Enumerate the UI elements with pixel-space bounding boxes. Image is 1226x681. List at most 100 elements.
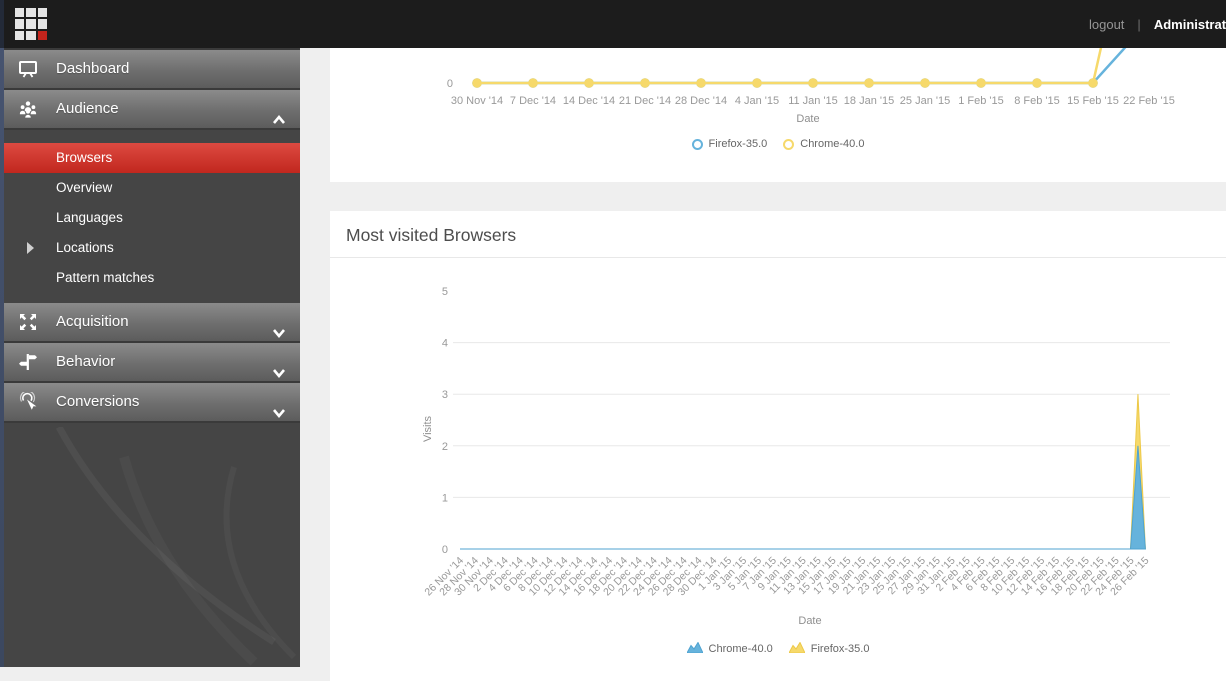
sidebar-item-dashboard[interactable]: Dashboard	[4, 50, 300, 90]
x-axis-labels: 30 Nov '14 7 Dec '14 14 Dec '14 21 Dec '14 2…	[451, 95, 1175, 107]
data-point-Chrome-40.0	[696, 78, 706, 88]
chevron-down-icon	[272, 356, 286, 379]
app-logo-icon[interactable]	[15, 8, 47, 40]
dashboard-icon	[18, 59, 38, 79]
y-axis-labels: 0 1 2 3 4 5	[442, 286, 448, 556]
svg-text:11 Jan '15: 11 Jan '15	[788, 95, 838, 107]
sidebar-subitem-pattern-matches[interactable]: Pattern matches	[4, 263, 300, 293]
daily-chart-wrap: 0 1 2 3 4 5 Visits 26 Nov '14 28 Nov '14 30 Nov '…	[330, 258, 1226, 668]
area-series	[460, 394, 1146, 550]
legend-item-Chrome-40.0[interactable]: Chrome-40.0	[685, 641, 773, 656]
gridlines	[453, 342, 1170, 498]
y-tick-label: 0	[447, 78, 453, 90]
submenu-expand-arrow-icon	[27, 242, 34, 254]
y-axis-title: Visits	[422, 415, 434, 442]
series-line-Firefox-35.0	[477, 48, 1127, 85]
sidebar-item-conversions[interactable]: Conversions	[4, 383, 300, 423]
weekly-plot	[472, 48, 1127, 88]
sidebar-item-label: Acquisition	[56, 313, 129, 330]
svg-text:25 Jan '15: 25 Jan '15	[900, 95, 950, 107]
data-point-Chrome-40.0	[640, 78, 650, 88]
svg-text:14 Dec '14: 14 Dec '14	[563, 95, 615, 107]
svg-text:4: 4	[442, 338, 448, 350]
svg-text:1 Feb '15: 1 Feb '15	[958, 95, 1004, 107]
sidebar-submenu-audience: Browsers Overview Languages Locations Patter…	[4, 130, 300, 303]
svg-text:5: 5	[442, 286, 448, 298]
content-area: 0 30 Nov '14 7 Dec '14 14 Dec '14 21 Dec '14…	[300, 48, 1226, 681]
data-point-Chrome-40.0	[528, 78, 538, 88]
most-visited-card: Most visited Browsers 0 1 2 3 4 5 Visits 26 Nov…	[330, 211, 1226, 681]
data-point-Chrome-40.0	[1032, 78, 1042, 88]
series-area-Firefox-35.0	[460, 394, 1146, 550]
sidebar-subitem-label: Locations	[56, 240, 114, 255]
x-axis-title: Date	[796, 113, 819, 125]
sidebar-subitem-overview[interactable]: Overview	[4, 173, 300, 203]
sidebar-item-behavior[interactable]: Behavior	[4, 343, 300, 383]
user-label: Administrator	[1153, 16, 1226, 32]
legend-area-icon	[787, 641, 806, 656]
svg-text:7 Dec '14: 7 Dec '14	[510, 95, 556, 107]
svg-text:15 Feb '15: 15 Feb '15	[1067, 95, 1119, 107]
sidebar-watermark	[55, 427, 297, 660]
desktop-edge	[0, 0, 4, 667]
svg-text:28 Dec '14: 28 Dec '14	[675, 95, 727, 107]
sidebar-item-acquisition[interactable]: Acquisition	[4, 303, 300, 343]
sidebar-item-label: Behavior	[56, 353, 116, 370]
sidebar-subitem-label: Overview	[56, 180, 113, 195]
legend-item-Chrome-40.0[interactable]: Chrome-40.0	[783, 138, 864, 150]
data-point-Chrome-40.0	[864, 78, 874, 88]
svg-text:1: 1	[442, 492, 448, 504]
legend-label: Firefox-35.0	[708, 138, 768, 150]
sidebar-item-label: Conversions	[56, 393, 140, 410]
topbar-separator: |	[1137, 16, 1141, 32]
sidebar-subitem-locations[interactable]: Locations	[4, 233, 300, 263]
daily-chart-legend: Chrome-40.0 Firefox-35.0	[330, 641, 1226, 656]
behavior-icon	[18, 352, 38, 372]
weekly-chart-card: 0 30 Nov '14 7 Dec '14 14 Dec '14 21 Dec '14…	[330, 48, 1226, 182]
svg-text:4 Jan '15: 4 Jan '15	[735, 95, 779, 107]
top-bar: logout | Administrator	[0, 0, 1226, 48]
data-point-Chrome-40.0	[472, 78, 482, 88]
data-point-Chrome-40.0	[920, 78, 930, 88]
legend-area-icon	[685, 641, 704, 656]
svg-text:18 Jan '15: 18 Jan '15	[844, 95, 894, 107]
sidebar-subitem-languages[interactable]: Languages	[4, 203, 300, 233]
audience-icon	[18, 99, 38, 119]
sidebar: Dashboard Audience Browsers Overview Languag…	[4, 48, 300, 667]
topbar-user-area: logout | Administrator	[1089, 0, 1226, 48]
conversions-icon	[18, 392, 38, 412]
sidebar-item-label: Dashboard	[56, 60, 130, 77]
series-line-Chrome-40.0	[477, 48, 1103, 85]
legend-label: Chrome-40.0	[708, 643, 773, 655]
svg-text:3: 3	[442, 389, 448, 401]
sidebar-item-audience[interactable]: Audience	[4, 90, 300, 130]
data-point-Chrome-40.0	[584, 78, 594, 88]
svg-text:30 Nov '14: 30 Nov '14	[451, 95, 503, 107]
logout-link[interactable]: logout	[1089, 17, 1124, 32]
data-point-Chrome-40.0	[976, 78, 986, 88]
svg-text:8 Feb '15: 8 Feb '15	[1014, 95, 1060, 107]
legend-label: Firefox-35.0	[810, 643, 870, 655]
x-axis-title: Date	[798, 615, 821, 627]
sidebar-item-label: Audience	[56, 100, 119, 117]
sidebar-subitem-browsers[interactable]: Browsers	[4, 143, 300, 173]
legend-marker-icon	[691, 138, 703, 150]
chevron-down-icon	[272, 396, 286, 419]
svg-text:0: 0	[442, 544, 448, 556]
section-title: Most visited Browsers	[330, 211, 1226, 258]
weekly-chart-legend: Firefox-35.0 Chrome-40.0	[330, 138, 1226, 150]
legend-marker-icon	[783, 138, 795, 150]
svg-text:2: 2	[442, 441, 448, 453]
data-point-Chrome-40.0	[752, 78, 762, 88]
data-point-Chrome-40.0	[808, 78, 818, 88]
chevron-down-icon	[272, 316, 286, 339]
sidebar-subitem-label: Browsers	[56, 150, 113, 165]
sidebar-subitem-label: Pattern matches	[56, 270, 155, 285]
weekly-visits-line-chart[interactable]: 0 30 Nov '14 7 Dec '14 14 Dec '14 21 Dec '14…	[330, 48, 1226, 182]
legend-label: Chrome-40.0	[800, 138, 865, 150]
acquisition-icon	[18, 312, 38, 332]
chevron-up-icon	[272, 103, 286, 124]
legend-item-Firefox-35.0[interactable]: Firefox-35.0	[787, 641, 870, 656]
legend-item-Firefox-35.0[interactable]: Firefox-35.0	[691, 138, 768, 150]
daily-visits-area-chart[interactable]: 0 1 2 3 4 5 Visits 26 Nov '1428 Nov '1430 Nov '…	[330, 258, 1226, 668]
